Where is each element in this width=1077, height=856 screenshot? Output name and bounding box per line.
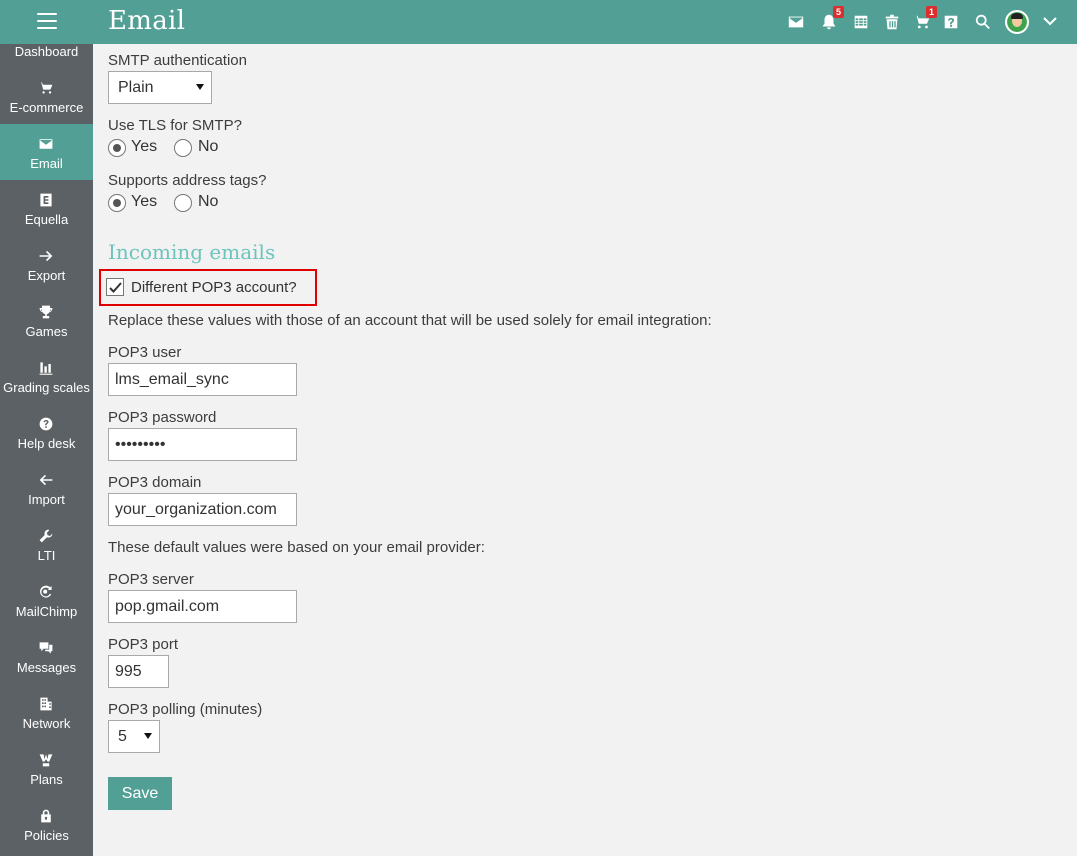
dropdown-arrow-icon [196, 84, 204, 90]
pop3-password-label: POP3 password [108, 409, 217, 426]
pop3-domain-label: POP3 domain [108, 474, 202, 491]
sidebar-item-plans[interactable]: Plans [0, 740, 93, 796]
address-tags-options: Yes No [108, 193, 308, 213]
mailchimp-icon [38, 584, 54, 600]
different-pop3-label: Different POP3 account? [131, 279, 297, 296]
sidebar-item-ecommerce[interactable]: E-commerce [0, 68, 93, 124]
pop3-server-input[interactable] [108, 590, 297, 623]
smtp-auth-label: SMTP authentication [108, 52, 247, 69]
defaults-note: These default values were based on your … [108, 539, 485, 556]
sidebar-item-label: Messages [16, 660, 77, 675]
sidebar-item-policies[interactable]: Policies [0, 796, 93, 852]
plans-icon [38, 752, 54, 768]
pop3-port-label: POP3 port [108, 636, 179, 653]
envelope-icon [38, 136, 54, 152]
user-avatar[interactable] [1005, 10, 1029, 34]
sidebar-item-label: Policies [24, 828, 69, 843]
pop3-server-label: POP3 server [108, 571, 194, 588]
pop3-polling-select[interactable]: 5 [108, 720, 160, 753]
sidebar-item-messages[interactable]: Messages [0, 628, 93, 684]
dropdown-arrow-icon [144, 733, 152, 739]
use-tls-no-radio[interactable] [174, 139, 192, 157]
sidebar-item-mailchimp[interactable]: MailChimp [0, 572, 93, 628]
pop3-user-label: POP3 user [108, 344, 182, 361]
pop3-user-input[interactable] [108, 363, 297, 396]
chat-icon [38, 640, 54, 656]
sidebar-item-email[interactable]: Email [0, 124, 93, 180]
page-title: Email [108, 6, 186, 36]
cart-badge: 1 [926, 6, 937, 18]
chevron-down-icon[interactable] [1042, 13, 1058, 29]
sidebar-item-label: E-commerce [9, 100, 84, 115]
sidebar-item-equella[interactable]: Equella [0, 180, 93, 236]
question-circle-icon [38, 416, 54, 432]
sidebar-item-network[interactable]: Network [0, 684, 93, 740]
different-pop3-checkbox[interactable] [106, 278, 124, 296]
sidebar-item-label: Plans [30, 772, 63, 787]
address-tags-no-radio[interactable] [174, 194, 192, 212]
arrow-left-icon [38, 472, 54, 488]
sidebar-item-grading-scales[interactable]: Grading scales [0, 348, 93, 404]
cart-icon[interactable]: 1 [910, 6, 937, 34]
calendar-icon[interactable] [849, 10, 873, 34]
sidebar-item-label: Grading scales [3, 380, 90, 395]
smtp-auth-value: Plain [118, 79, 154, 96]
building-icon [38, 696, 54, 712]
menu-icon[interactable] [37, 13, 57, 31]
address-tags-yes-label: Yes [131, 193, 158, 210]
pop3-polling-label: POP3 polling (minutes) [108, 701, 263, 718]
notifications-icon[interactable]: 5 [817, 6, 844, 34]
top-bar: Email 5 1 [0, 0, 1077, 44]
sidebar-item-dashboard[interactable]: Dashboard [0, 44, 93, 68]
checkmark-icon [109, 282, 122, 293]
sidebar-item-label: Network [22, 716, 71, 731]
sidebar-item-lti[interactable]: LTI [0, 516, 93, 572]
sidebar-item-games[interactable]: Games [0, 292, 93, 348]
sidebar-item-label: MailChimp [15, 604, 78, 619]
search-icon[interactable] [971, 10, 995, 34]
sidebar-item-label: Equella [24, 212, 69, 227]
use-tls-yes-label: Yes [131, 138, 158, 155]
sidebar-item-label: Help desk [17, 436, 76, 451]
sidebar-item-label: Dashboard [14, 44, 79, 59]
help-icon[interactable] [939, 10, 963, 34]
sidebar-item-label: Games [25, 324, 68, 339]
use-tls-label: Use TLS for SMTP? [108, 117, 242, 134]
main-content: SMTP authentication Plain Use TLS for SM… [93, 44, 1077, 856]
pop3-domain-input[interactable] [108, 493, 297, 526]
notifications-badge: 5 [833, 6, 844, 18]
lock-icon [38, 808, 54, 824]
sidebar-item-label: Email [30, 156, 63, 171]
address-tags-no-label: No [198, 193, 219, 210]
pop3-password-input[interactable] [108, 428, 297, 461]
save-button[interactable]: Save [108, 777, 172, 810]
cart-icon [38, 80, 54, 96]
incoming-emails-heading: Incoming emails [108, 240, 276, 264]
bar-chart-icon [38, 360, 54, 376]
pop3-port-input[interactable] [108, 655, 169, 688]
pop3-polling-value: 5 [118, 728, 127, 745]
sidebar: Dashboard E-commerce Email Equella Expor… [0, 44, 93, 856]
sidebar-item-label: Import [28, 492, 65, 507]
equella-icon [38, 192, 54, 208]
sidebar-item-help-desk[interactable]: Help desk [0, 404, 93, 460]
sidebar-item-label: Export [27, 268, 66, 283]
trash-icon[interactable] [880, 10, 904, 34]
use-tls-yes-radio[interactable] [108, 139, 126, 157]
replace-note: Replace these values with those of an ac… [108, 312, 712, 329]
wrench-icon [38, 528, 54, 544]
sidebar-item-export[interactable]: Export [0, 236, 93, 292]
address-tags-label: Supports address tags? [108, 172, 267, 189]
sidebar-item-label: LTI [37, 548, 56, 563]
smtp-auth-select[interactable]: Plain [108, 71, 212, 104]
arrow-right-icon [38, 248, 54, 264]
use-tls-options: Yes No [108, 138, 308, 158]
sidebar-item-import[interactable]: Import [0, 460, 93, 516]
address-tags-yes-radio[interactable] [108, 194, 126, 212]
mail-icon[interactable] [784, 10, 808, 34]
use-tls-no-label: No [198, 138, 219, 155]
trophy-icon [38, 304, 54, 320]
